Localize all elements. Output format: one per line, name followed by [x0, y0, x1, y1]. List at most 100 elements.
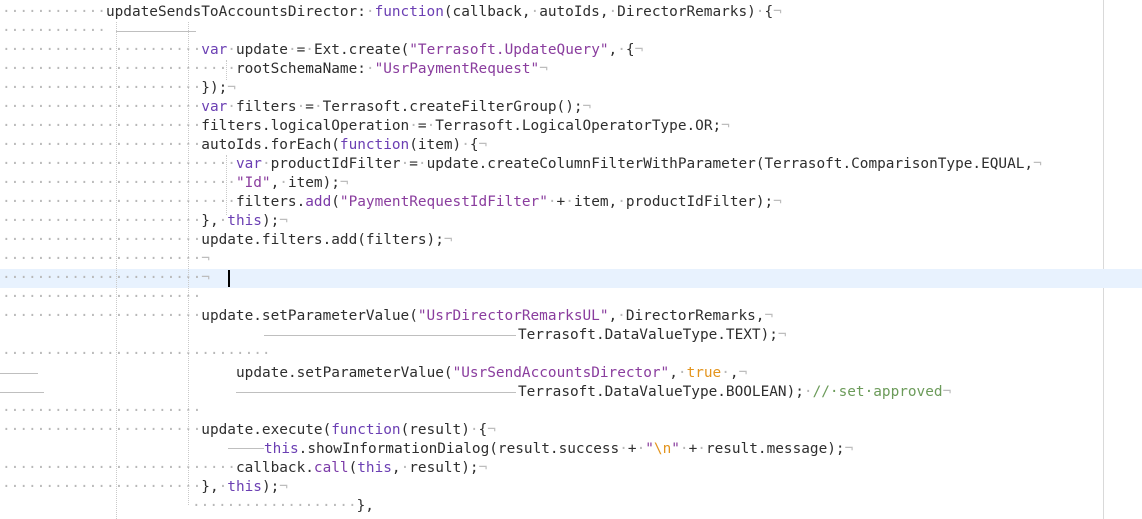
code-token: rootSchemaName:	[235, 61, 366, 77]
code-line-content: ·······················var·filters·=·Ter…	[2, 98, 591, 117]
code-token: ,	[669, 365, 678, 381]
code-token: (	[331, 194, 340, 210]
code-line[interactable]: ·······················});¬	[0, 79, 1142, 98]
code-line-content: ·······················});¬	[2, 79, 236, 98]
code-token: result.message);	[705, 441, 845, 457]
code-token: +	[688, 441, 698, 457]
indent-whitespace: ···························	[2, 61, 236, 77]
code-line[interactable]: ·······················filters.logicalOp…	[0, 117, 1142, 136]
end-of-line-marker: ¬	[844, 441, 854, 457]
indent-guide	[188, 22, 189, 505]
code-token: ·	[400, 156, 410, 172]
indent-whitespace: ·······················	[2, 270, 202, 286]
code-token: ·	[461, 137, 470, 153]
code-line[interactable]: ·······················	[0, 288, 1142, 307]
code-line-content: ···························"Id",·item);¬	[2, 174, 349, 193]
indent-whitespace: ············	[2, 4, 106, 20]
code-line[interactable]: ···························callback.call…	[0, 459, 1142, 478]
code-token: update.setParameterValue(	[236, 365, 453, 381]
code-token: ·	[617, 194, 626, 210]
code-token: ·	[296, 99, 306, 115]
indent-guide	[116, 31, 196, 32]
indent-whitespace: ···························	[2, 156, 236, 172]
code-line[interactable]: ·······················autoIds.forEach(f…	[0, 136, 1142, 155]
code-line[interactable]: ·······················update.filters.ad…	[0, 231, 1142, 250]
code-line[interactable]: ·······················},·this);¬	[0, 212, 1142, 231]
code-line[interactable]: ···························filters.add("…	[0, 193, 1142, 212]
code-line[interactable]: ···························"Id",·item);¬	[0, 174, 1142, 193]
code-line[interactable]: update.setParameterValue("UsrSendAccount…	[0, 364, 1142, 383]
code-token: var	[235, 156, 262, 172]
code-line-content: ···························rootSchemaNam…	[2, 60, 548, 79]
code-token: filters.	[235, 194, 306, 210]
code-editor[interactable]: ············updateSendsToAccountsDirecto…	[0, 0, 1142, 519]
code-line[interactable]: Terrasoft.DataValueType.TEXT);¬	[0, 326, 1142, 345]
code-token: (result)	[400, 422, 470, 438]
code-token: ·	[227, 99, 236, 115]
code-token: ·	[565, 194, 574, 210]
code-line[interactable]: ·······························	[0, 345, 1142, 364]
code-token: function	[331, 422, 401, 438]
code-token: },	[201, 479, 219, 495]
code-token: autoIds,	[539, 4, 609, 20]
code-token: ·	[365, 4, 375, 20]
code-line-content: ·······················	[2, 402, 201, 421]
code-token: +	[556, 194, 566, 210]
code-line[interactable]: ·······················¬	[0, 269, 1142, 288]
code-line-content: ·······················¬	[2, 269, 210, 288]
end-of-line-marker: ¬	[279, 479, 288, 495]
code-token: "PaymentRequestIdFilter"	[339, 194, 548, 210]
code-line-content: ·······················update.setParamet…	[2, 307, 773, 326]
code-line-content: ·······················var·update·=·Ext.…	[2, 41, 643, 60]
code-line-content: this.showInformationDialog(result.succes…	[264, 440, 853, 459]
code-line[interactable]: ·······················¬	[0, 250, 1142, 269]
code-line[interactable]: ·······················var·filters·=·Ter…	[0, 98, 1142, 117]
code-line[interactable]: ···························rootSchemaNam…	[0, 60, 1142, 79]
text-caret	[228, 270, 230, 287]
code-line[interactable]: ·······················var·update·=·Ext.…	[0, 41, 1142, 60]
code-token: ·	[426, 118, 436, 134]
code-token: DirectorRemarks)	[617, 4, 756, 20]
code-token: "UsrPaymentRequest"	[374, 61, 540, 77]
code-line[interactable]: ···························var·productId…	[0, 155, 1142, 174]
code-line[interactable]: ·······················	[0, 402, 1142, 421]
code-line[interactable]: ·······················update.execute(fu…	[0, 421, 1142, 440]
end-of-line-marker: ¬	[279, 213, 288, 229]
end-of-line-marker: ¬	[942, 384, 952, 400]
code-token: filters.logicalOperation	[201, 118, 410, 134]
code-token: {	[625, 42, 635, 58]
code-line[interactable]: Terrasoft.DataValueType.BOOLEAN);·//·set…	[0, 383, 1142, 402]
end-of-line-marker: ¬	[487, 422, 496, 438]
code-token: (item)	[409, 137, 462, 153]
code-line-content: ·······················update.filters.ad…	[2, 231, 453, 250]
code-token: ·	[617, 308, 626, 324]
indent-whitespace: ············	[2, 23, 106, 39]
code-token: update.setParameterValue(	[201, 308, 418, 324]
code-token: ·	[305, 42, 314, 58]
code-line[interactable]: this.showInformationDialog(result.succes…	[0, 440, 1142, 459]
end-of-line-marker: ¬	[201, 270, 210, 286]
code-token: ·	[218, 213, 228, 229]
code-token: ·	[679, 441, 689, 457]
code-line-content: ···························callback.call…	[2, 459, 487, 478]
code-token: {	[764, 4, 774, 20]
code-token: call	[313, 460, 349, 476]
code-token: {	[469, 137, 479, 153]
code-token: this	[227, 479, 262, 495]
end-of-line-marker: ¬	[773, 194, 782, 210]
end-of-line-marker: ¬	[721, 118, 730, 134]
code-token: ·	[608, 4, 618, 20]
indent-whitespace: ·······················	[2, 137, 202, 153]
code-line[interactable]: ············updateSendsToAccountsDirecto…	[0, 3, 1142, 22]
indent-whitespace: ·······················	[2, 213, 202, 229]
code-token: =	[409, 156, 418, 172]
code-token: Terrasoft.createFilterGroup();	[322, 99, 583, 115]
code-line[interactable]: ·······················},·this);¬	[0, 478, 1142, 497]
code-token: "	[645, 441, 654, 457]
code-line[interactable]: ·······················update.setParamet…	[0, 307, 1142, 326]
end-of-line-marker: ¬	[777, 327, 787, 343]
code-token: update.execute(	[201, 422, 332, 438]
code-token: );	[261, 213, 280, 229]
code-token: ,	[608, 308, 618, 324]
code-line[interactable]: ···················},	[0, 497, 1142, 516]
